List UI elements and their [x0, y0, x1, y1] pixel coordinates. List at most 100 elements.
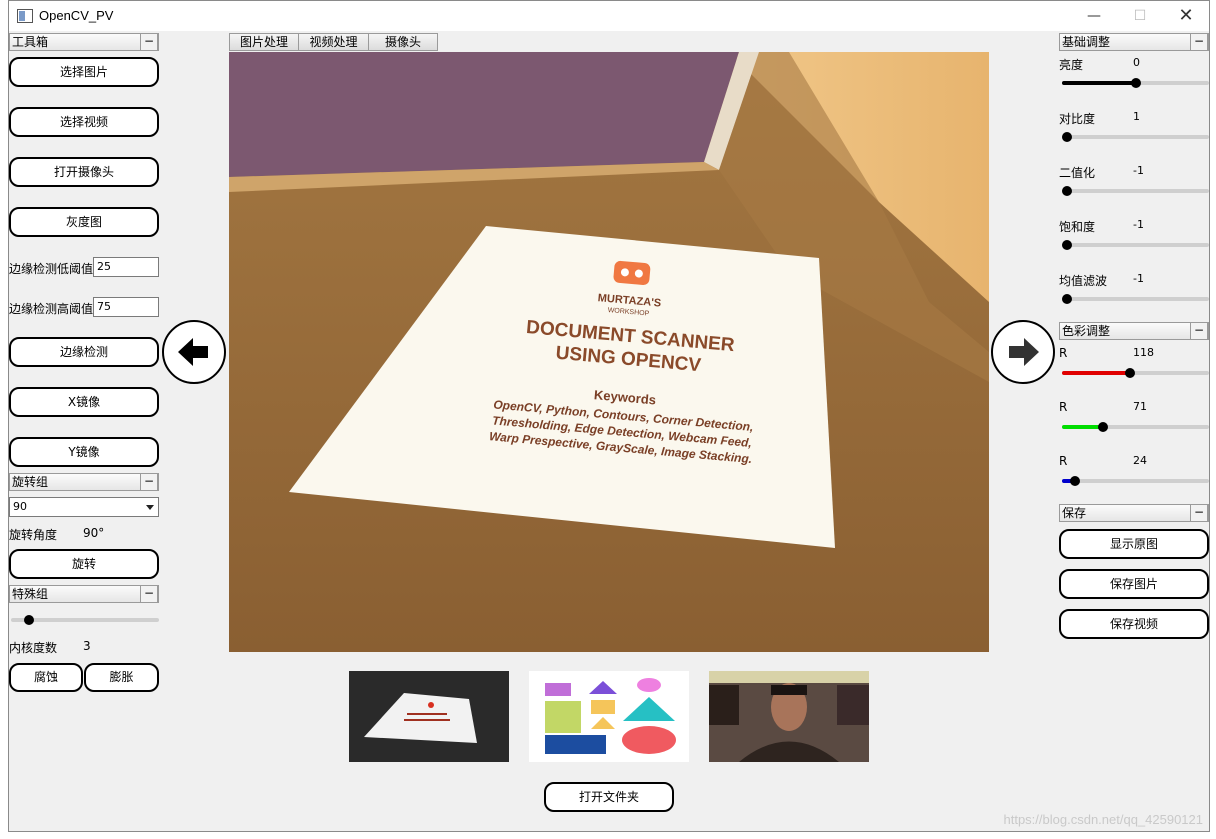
tab-image-processing[interactable]: 图片处理 — [229, 33, 299, 51]
window-title: OpenCV_PV — [39, 8, 114, 23]
basic-adjust-collapse-button[interactable]: − — [1190, 33, 1208, 51]
tab-video-processing[interactable]: 视频处理 — [298, 33, 369, 51]
color-adjust-value: 118 — [1133, 346, 1154, 359]
save-group-header[interactable]: 保存 − — [1059, 504, 1209, 522]
color-adjust-slider-handle[interactable] — [1070, 476, 1081, 486]
edge-low-threshold-input[interactable]: 25 — [93, 257, 159, 277]
color-adjust-label: R — [1059, 346, 1068, 360]
mirror-y-button[interactable]: Y镜像 — [9, 437, 159, 467]
show-original-button[interactable]: 显示原图 — [1059, 529, 1209, 559]
minimize-button[interactable]: — — [1071, 1, 1117, 31]
watermark-text: https://blog.csdn.net/qq_42590121 — [1003, 812, 1204, 827]
title-bar: OpenCV_PV — ☐ ✕ — [9, 1, 1209, 31]
basic-adjust-value: -1 — [1133, 218, 1144, 231]
color-adjust-slider[interactable] — [1062, 422, 1209, 432]
edge-high-threshold-input[interactable]: 75 — [93, 297, 159, 317]
color-adjust-label: R — [1059, 454, 1068, 468]
basic-adjust-label: 对比度 — [1059, 112, 1096, 126]
rotate-group-collapse-button[interactable]: − — [140, 473, 158, 491]
rotate-angle-label: 旋转角度 — [9, 528, 58, 542]
special-group-header[interactable]: 特殊组 − — [9, 585, 159, 603]
thumbnail-shapes-image — [545, 678, 676, 754]
color-adjust-value: 71 — [1133, 400, 1147, 413]
kernel-value: 3 — [83, 639, 91, 653]
color-adjust-slider-handle[interactable] — [1124, 368, 1135, 378]
mirror-x-button[interactable]: X镜像 — [9, 387, 159, 417]
maximize-button[interactable]: ☐ — [1117, 1, 1163, 31]
basic-adjust-label: 亮度 — [1059, 58, 1084, 72]
basic-adjust-label: 二值化 — [1059, 166, 1096, 180]
color-adjust-slider-fill — [1062, 371, 1130, 375]
select-image-button[interactable]: 选择图片 — [9, 57, 159, 87]
rotate-angle-select[interactable]: 90 — [9, 497, 159, 517]
special-group-collapse-button[interactable]: − — [140, 585, 158, 603]
thumbnail-shapes[interactable] — [529, 671, 689, 762]
kernel-label: 内核度数 — [9, 641, 58, 655]
basic-adjust-value: -1 — [1133, 272, 1144, 285]
next-image-button[interactable] — [991, 320, 1055, 384]
erode-button[interactable]: 腐蚀 — [9, 663, 83, 692]
color-adjust-header[interactable]: 色彩调整 − — [1059, 322, 1209, 340]
kernel-slider-handle[interactable] — [23, 615, 34, 625]
color-adjust-label: R — [1059, 400, 1068, 414]
rotate-angle-value: 90° — [83, 526, 105, 540]
special-group-label: 特殊组 — [12, 587, 49, 601]
dilate-button[interactable]: 膨胀 — [84, 663, 159, 692]
color-adjust-slider[interactable] — [1062, 368, 1209, 378]
thumbnail-document-image — [349, 671, 509, 762]
basic-adjust-slider[interactable] — [1062, 132, 1209, 142]
color-adjust-collapse-button[interactable]: − — [1190, 322, 1208, 340]
toolbox-collapse-button[interactable]: − — [140, 33, 158, 51]
arrow-left-icon — [178, 338, 208, 366]
basic-adjust-slider-handle[interactable] — [1062, 186, 1072, 196]
basic-adjust-slider-handle[interactable] — [1062, 240, 1072, 250]
open-folder-button[interactable]: 打开文件夹 — [544, 782, 674, 812]
grayscale-button[interactable]: 灰度图 — [9, 207, 159, 237]
close-button[interactable]: ✕ — [1163, 1, 1209, 31]
document-photo: MURTAZA'S WORKSHOP DOCUMENT SCANNER USIN… — [229, 52, 989, 652]
edge-detect-button[interactable]: 边缘检测 — [9, 337, 159, 367]
toolbox-header-label: 工具箱 — [12, 35, 49, 49]
select-video-button[interactable]: 选择视频 — [9, 107, 159, 137]
color-adjust-slider-handle[interactable] — [1098, 422, 1109, 432]
toolbox-header[interactable]: 工具箱 − — [9, 33, 159, 51]
previous-image-button[interactable] — [162, 320, 226, 384]
rotate-group-header[interactable]: 旋转组 − — [9, 473, 159, 491]
basic-adjust-slider[interactable] — [1062, 78, 1209, 88]
basic-adjust-slider[interactable] — [1062, 294, 1209, 304]
color-adjust-value: 24 — [1133, 454, 1147, 467]
save-image-button[interactable]: 保存图片 — [1059, 569, 1209, 599]
basic-adjust-slider-fill — [1062, 81, 1136, 85]
chevron-down-icon — [146, 505, 154, 510]
arrow-right-icon — [1009, 338, 1039, 366]
open-camera-button[interactable]: 打开摄像头 — [9, 157, 159, 187]
rotate-angle-select-value: 90 — [13, 500, 27, 513]
save-group-collapse-button[interactable]: − — [1190, 504, 1208, 522]
tab-camera[interactable]: 摄像头 — [368, 33, 438, 51]
color-adjust-slider[interactable] — [1062, 476, 1209, 486]
image-viewer: MURTAZA'S WORKSHOP DOCUMENT SCANNER USIN… — [229, 52, 989, 652]
rotate-button[interactable]: 旋转 — [9, 549, 159, 579]
basic-adjust-slider-handle[interactable] — [1062, 132, 1072, 142]
thumbnail-webcam[interactable] — [709, 671, 869, 762]
basic-adjust-value: 1 — [1133, 110, 1140, 123]
save-video-button[interactable]: 保存视频 — [1059, 609, 1209, 639]
color-adjust-slider-fill — [1062, 425, 1104, 429]
basic-adjust-label: 均值滤波 — [1059, 274, 1108, 288]
thumbnail-webcam-image — [709, 671, 869, 762]
color-adjust-label: 色彩调整 — [1062, 324, 1111, 338]
app-window: OpenCV_PV — ☐ ✕ 工具箱 − 选择图片 选择视频 打开摄像头 灰度… — [8, 0, 1210, 832]
basic-adjust-slider-handle[interactable] — [1062, 294, 1072, 304]
kernel-slider[interactable] — [11, 615, 159, 625]
basic-adjust-slider-handle[interactable] — [1130, 78, 1141, 88]
basic-adjust-label: 饱和度 — [1059, 220, 1096, 234]
thumbnail-document[interactable] — [349, 671, 509, 762]
basic-adjust-slider[interactable] — [1062, 186, 1209, 196]
basic-adjust-value: -1 — [1133, 164, 1144, 177]
basic-adjust-label: 基础调整 — [1062, 35, 1111, 49]
basic-adjust-header[interactable]: 基础调整 − — [1059, 33, 1209, 51]
app-icon — [17, 9, 33, 23]
basic-adjust-slider[interactable] — [1062, 240, 1209, 250]
edge-high-threshold-label: 边缘检测高阈值 — [9, 302, 94, 316]
rotate-group-label: 旋转组 — [12, 475, 49, 489]
